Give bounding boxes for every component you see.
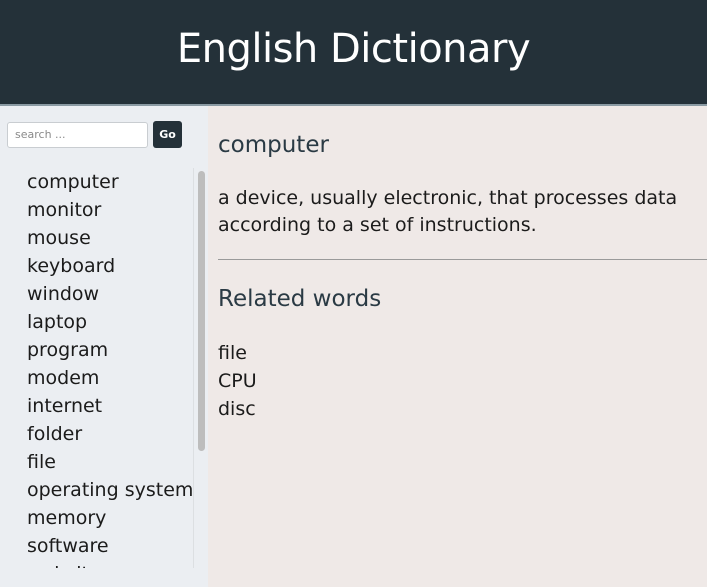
word-list-item[interactable]: program [27, 336, 208, 364]
go-button[interactable]: Go [153, 121, 182, 148]
word-list-item[interactable]: software [27, 532, 208, 560]
entry-panel: computer a device, usually electronic, t… [208, 106, 707, 587]
word-list-item[interactable]: keyboard [27, 252, 208, 280]
word-list-item[interactable]: internet [27, 392, 208, 420]
related-words-list: file CPU disc [218, 339, 257, 423]
word-list-item[interactable]: monitor [27, 196, 208, 224]
related-word-link[interactable]: CPU [218, 367, 257, 395]
word-list-item[interactable]: memory [27, 504, 208, 532]
related-word-link[interactable]: disc [218, 395, 257, 423]
entry-definition: a device, usually electronic, that proce… [218, 187, 678, 236]
entry-word: computer [218, 132, 329, 158]
word-list-item[interactable]: computer [27, 168, 208, 196]
sidebar: Go computermonitormousekeyboardwindowlap… [0, 106, 208, 587]
search-input[interactable] [7, 121, 148, 148]
word-list-scrollbar[interactable] [193, 168, 208, 568]
related-words-heading: Related words [218, 286, 382, 312]
word-list-container[interactable]: computer monitor mouse keyboard window laptop… [0, 168, 208, 568]
word-list: computer monitor mouse keyboard window laptop… [0, 168, 208, 568]
search-bar: Go [7, 121, 182, 148]
related-word-link[interactable]: file [218, 339, 257, 367]
scrollbar-thumb[interactable] [198, 171, 205, 451]
word-list-item[interactable]: mouse [27, 224, 208, 252]
word-list-item[interactable]: operating system [27, 476, 208, 504]
word-list-item[interactable]: folder [27, 420, 208, 448]
word-list-item[interactable]: website [27, 560, 208, 568]
word-list-item[interactable]: file [27, 448, 208, 476]
word-list-item[interactable]: window [27, 280, 208, 308]
divider [218, 259, 707, 260]
word-list-item[interactable]: laptop [27, 308, 208, 336]
app-title: English Dictionary [176, 26, 531, 72]
app-header: English Dictionary [0, 0, 707, 106]
word-list-item[interactable]: modem [27, 364, 208, 392]
